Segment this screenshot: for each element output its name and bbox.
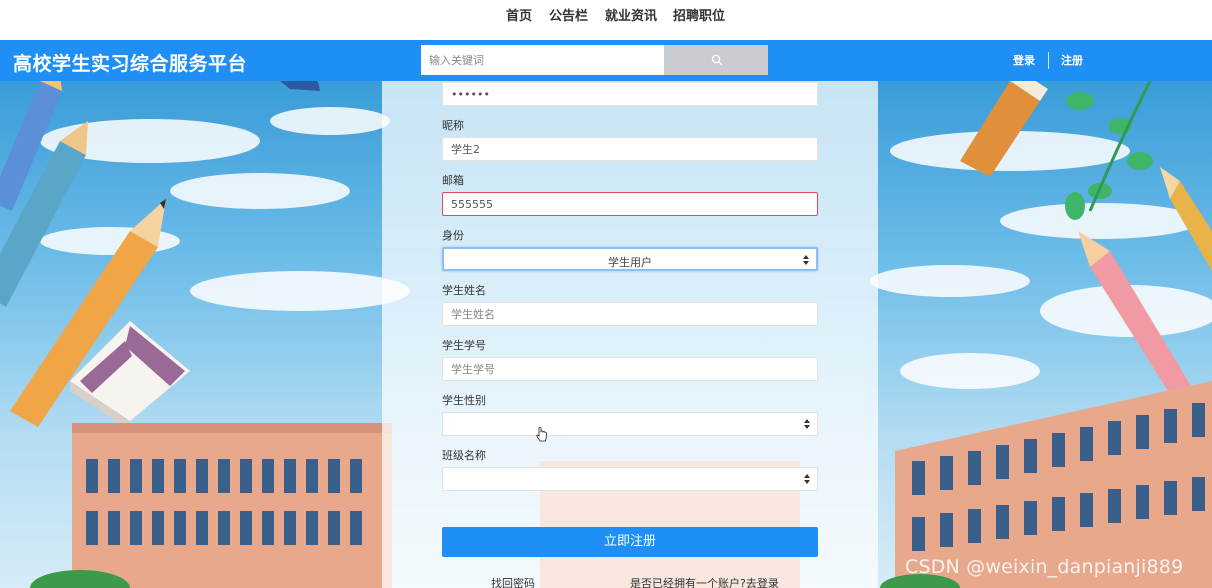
gender-select[interactable] [442,412,818,436]
student-name-label: 学生姓名 [442,284,486,297]
student-id-label: 学生学号 [442,339,486,352]
student-id-field[interactable] [442,357,818,381]
nav-link-employment-news[interactable]: 就业资讯 [605,5,657,24]
identity-select-value: 学生用户 [608,256,652,269]
csdn-watermark: CSDN @weixin_danpianji889 [905,556,1184,578]
nav-link-home[interactable]: 首页 [506,5,532,24]
class-name-label: 班级名称 [442,449,486,462]
search-icon [711,54,723,66]
gender-label: 学生性别 [442,394,486,407]
register-link[interactable]: 注册 [1061,52,1083,68]
nav-link-notice[interactable]: 公告栏 [549,5,588,24]
nickname-field[interactable] [442,137,818,161]
login-link[interactable]: 登录 [1013,52,1035,68]
header-bar: 高校学生实习综合服务平台 登录 注册 [0,40,1212,81]
select-caret-icon [804,474,810,484]
nav-link-job-positions[interactable]: 招聘职位 [673,5,725,24]
forgot-password-link[interactable]: 找回密码 [491,575,535,588]
password-field[interactable] [442,82,818,106]
nickname-label: 昵称 [442,119,464,132]
top-nav: 首页 公告栏 就业资讯 招聘职位 [0,0,1212,40]
identity-label: 身份 [442,229,464,242]
select-caret-icon [804,419,810,429]
class-name-select[interactable] [442,467,818,491]
go-login-link[interactable]: 是否已经拥有一个账户?去登录 [630,575,779,588]
email-label: 邮箱 [442,174,464,187]
identity-select[interactable]: 学生用户 [442,247,818,271]
student-name-field[interactable] [442,302,818,326]
hand-cursor-icon [536,427,547,442]
search-input[interactable] [421,45,664,75]
register-submit-button[interactable]: 立即注册 [442,527,818,557]
header-divider [1048,52,1049,69]
email-field[interactable] [442,192,818,216]
search-button[interactable] [664,45,768,75]
site-title: 高校学生实习综合服务平台 [13,53,248,75]
select-caret-icon [803,255,809,265]
